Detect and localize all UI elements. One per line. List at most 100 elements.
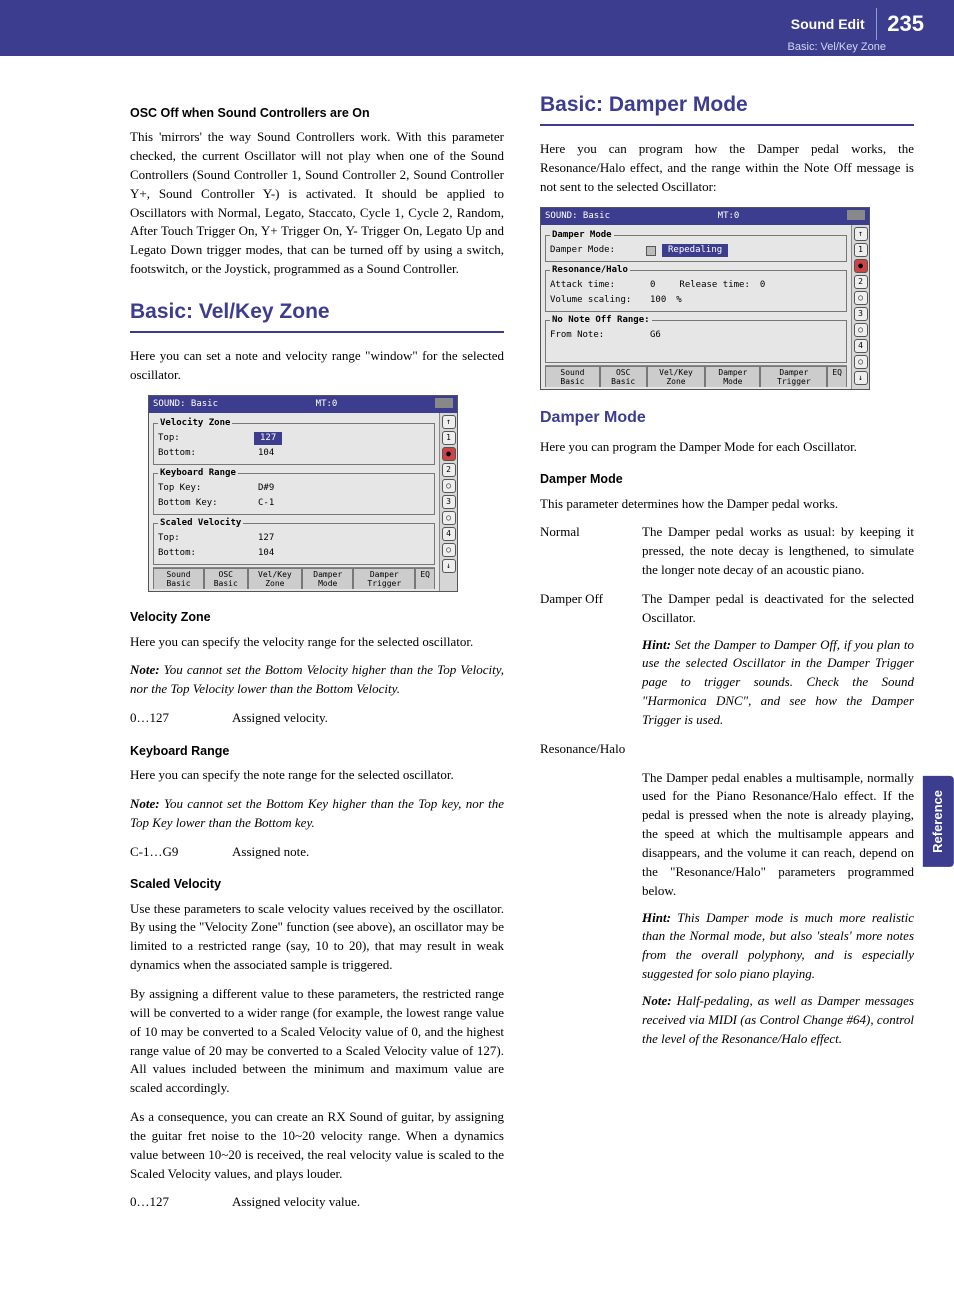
note-keyboard-range-text: You cannot set the Bottom Key higher tha… <box>130 796 504 830</box>
osc-slot-3-indicator[interactable]: ○ <box>442 511 456 525</box>
osc-slot-2[interactable]: 2 <box>442 463 456 477</box>
value-damper-mode[interactable]: Repedaling <box>662 244 728 257</box>
para-velkey-intro: Here you can set a note and velocity ran… <box>130 347 504 385</box>
shot1-title-left: SOUND: Basic <box>153 398 218 411</box>
heading-keyboard-range: Keyboard Range <box>130 742 504 760</box>
value-vz-top[interactable]: 127 <box>254 432 282 445</box>
chevron-down-icon[interactable] <box>646 246 656 256</box>
arrow-up-icon[interactable]: ↑ <box>854 227 868 241</box>
value-vz-bottom[interactable]: 104 <box>254 447 278 460</box>
tab-velkey-zone[interactable]: Vel/Key Zone <box>647 366 706 387</box>
term-velocity-range: 0…127 <box>130 709 218 728</box>
screenshot-velkey-zone: SOUND: Basic MT:0 Velocity Zone Top:127 … <box>148 395 458 592</box>
def-resonance-halo-text: The Damper pedal enables a multisample, … <box>642 770 914 898</box>
rule <box>130 331 504 333</box>
note-label: Note: <box>130 796 160 811</box>
row-resonance-halo: Resonance/Halo <box>540 740 914 759</box>
def-normal: The Damper pedal works as usual: by keep… <box>642 523 914 580</box>
screenshot-damper-mode: SOUND: Basic MT:0 Damper Mode Damper Mod… <box>540 207 870 390</box>
legend-no-note-off: No Note Off Range: <box>550 314 652 327</box>
para-scaled-1: Use these parameters to scale velocity v… <box>130 900 504 975</box>
para-scaled-3: As a consequence, you can create an RX S… <box>130 1108 504 1183</box>
tab-velkey-zone[interactable]: Vel/Key Zone <box>248 568 303 589</box>
value-release-time[interactable]: 0 <box>756 279 769 292</box>
label-release-time: Release time: <box>679 279 749 292</box>
def-damper-off: The Damper pedal is deactivated for the … <box>642 590 914 730</box>
shot1-osc-sidebar: ↑ 1 ● 2 ○ 3 ○ 4 ○ ↓ <box>439 413 457 591</box>
shot1-title-right: MT:0 <box>316 398 338 411</box>
value-sv-bottom[interactable]: 104 <box>254 547 278 560</box>
osc-slot-4[interactable]: 4 <box>442 527 456 541</box>
tab-sound-basic[interactable]: Sound Basic <box>153 568 204 589</box>
para-osc-off: This 'mirrors' the way Sound Controllers… <box>130 128 504 279</box>
label-vz-top: Top: <box>158 432 248 445</box>
para-heading-damper-mode: Damper Mode <box>540 470 914 488</box>
note-label: Note: <box>130 662 160 677</box>
hint-label: Hint: <box>642 637 671 652</box>
range-scaled-velocity: 0…127 Assigned velocity value. <box>130 1193 504 1212</box>
tab-eq[interactable]: EQ <box>415 568 435 589</box>
unit-percent: % <box>676 294 681 307</box>
side-tab-reference: Reference <box>923 776 954 867</box>
para-damper-intro: Here you can program how the Damper peda… <box>540 140 914 197</box>
term-normal: Normal <box>540 523 628 580</box>
header-subtitle: Basic: Vel/Key Zone <box>788 40 924 56</box>
menu-icon[interactable] <box>435 398 453 408</box>
tab-damper-mode[interactable]: Damper Mode <box>302 568 353 589</box>
def-velocity-range: Assigned velocity. <box>232 709 504 728</box>
tab-eq[interactable]: EQ <box>827 366 847 387</box>
value-sv-top[interactable]: 127 <box>254 532 278 545</box>
osc-slot-3-indicator[interactable]: ○ <box>854 323 868 337</box>
def-keyboard-range: Assigned note. <box>232 843 504 862</box>
osc-slot-4-indicator[interactable]: ○ <box>854 355 868 369</box>
group-velocity-zone: Velocity Zone Top:127 Bottom:104 <box>153 417 435 465</box>
right-column: Basic: Damper Mode Here you can program … <box>540 90 914 1222</box>
tab-damper-trigger[interactable]: Damper Trigger <box>760 366 827 387</box>
label-sv-bottom: Bottom: <box>158 547 248 560</box>
header-page-number: 235 <box>876 8 924 40</box>
def-resonance-halo: The Damper pedal enables a multisample, … <box>642 769 914 1049</box>
arrow-down-icon[interactable]: ↓ <box>442 559 456 573</box>
term-resonance-halo: Resonance/Halo <box>540 740 914 759</box>
tab-damper-mode[interactable]: Damper Mode <box>705 366 760 387</box>
osc-slot-4[interactable]: 4 <box>854 339 868 353</box>
heading-damper-mode: Basic: Damper Mode <box>540 90 914 120</box>
label-from-note: From Note: <box>550 329 640 342</box>
def-scaled-velocity: Assigned velocity value. <box>232 1193 504 1212</box>
osc-slot-3[interactable]: 3 <box>442 495 456 509</box>
value-from-note[interactable]: G6 <box>646 329 665 342</box>
osc-slot-2[interactable]: 2 <box>854 275 868 289</box>
shot2-title-right: MT:0 <box>718 210 740 223</box>
label-damper-mode: Damper Mode: <box>550 244 640 257</box>
osc-slot-2-indicator[interactable]: ○ <box>854 291 868 305</box>
label-kr-top: Top Key: <box>158 482 248 495</box>
value-kr-top[interactable]: D#9 <box>254 482 278 495</box>
tab-osc-basic[interactable]: OSC Basic <box>204 568 248 589</box>
value-kr-bottom[interactable]: C-1 <box>254 497 278 510</box>
osc-slot-1-indicator[interactable]: ● <box>854 259 868 273</box>
term-scaled-velocity: 0…127 <box>130 1193 218 1212</box>
osc-slot-1-indicator[interactable]: ● <box>442 447 456 461</box>
arrow-down-icon[interactable]: ↓ <box>854 371 868 385</box>
hint-resonance-halo: This Damper mode is much more realistic … <box>642 910 914 982</box>
osc-slot-1[interactable]: 1 <box>442 431 456 445</box>
value-volume-scaling[interactable]: 100 <box>646 294 670 307</box>
osc-slot-2-indicator[interactable]: ○ <box>442 479 456 493</box>
osc-slot-1[interactable]: 1 <box>854 243 868 257</box>
menu-icon[interactable] <box>847 210 865 220</box>
subheading-damper-mode: Damper Mode <box>540 406 914 429</box>
note-velocity-zone: Note: You cannot set the Bottom Velocity… <box>130 661 504 699</box>
arrow-up-icon[interactable]: ↑ <box>442 415 456 429</box>
group-no-note-off-range: No Note Off Range: From Note: G6 <box>545 314 847 363</box>
tab-osc-basic[interactable]: OSC Basic <box>600 366 647 387</box>
shot2-title-left: SOUND: Basic <box>545 210 610 223</box>
osc-slot-4-indicator[interactable]: ○ <box>442 543 456 557</box>
label-sv-top: Top: <box>158 532 248 545</box>
value-attack-time[interactable]: 0 <box>646 279 659 292</box>
label-volume-scaling: Volume scaling: <box>550 294 640 307</box>
osc-slot-3[interactable]: 3 <box>854 307 868 321</box>
tab-damper-trigger[interactable]: Damper Trigger <box>353 568 415 589</box>
tab-sound-basic[interactable]: Sound Basic <box>545 366 600 387</box>
range-velocity-zone: 0…127 Assigned velocity. <box>130 709 504 728</box>
note-keyboard-range: Note: You cannot set the Bottom Key high… <box>130 795 504 833</box>
